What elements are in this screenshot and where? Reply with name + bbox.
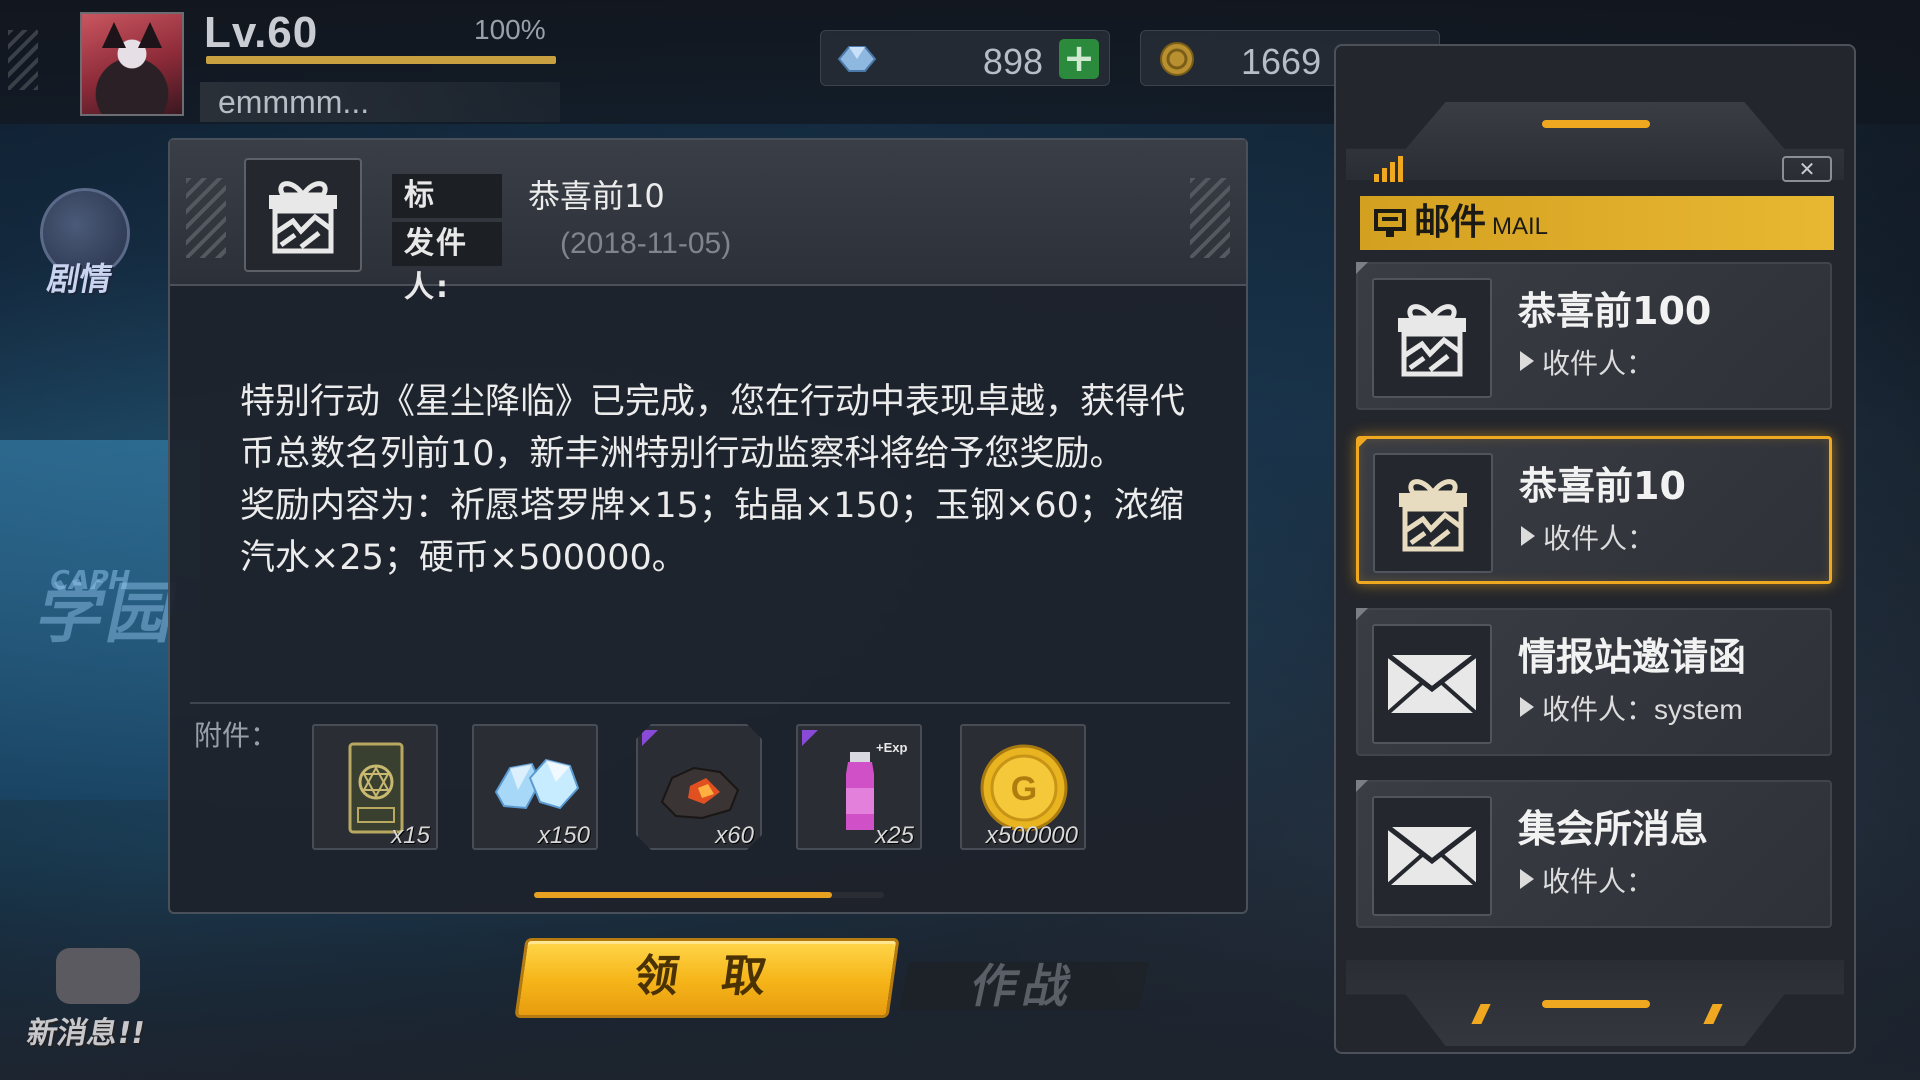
claim-button[interactable]: 领 取 — [514, 938, 900, 1018]
mail-list-item[interactable]: 情报站邀请函 收件人：system — [1356, 608, 1832, 756]
header-decoration — [186, 178, 226, 258]
attachment-item[interactable]: x15 — [312, 724, 438, 850]
chat-bubble-icon — [56, 948, 140, 1004]
mail-body-paragraph: 特别行动《星尘降临》已完成，您在行动中表现卓越，获得代币总数名列前10，新丰洲特… — [240, 382, 1186, 474]
mail-item-title: 集会所消息 — [1518, 807, 1709, 851]
exp-bar — [206, 56, 556, 64]
play-arrow-icon — [1520, 869, 1534, 889]
coin-icon — [1160, 42, 1194, 76]
add-crystal-button[interactable]: + — [1059, 39, 1099, 79]
gift-icon-graphic — [269, 181, 337, 254]
crystal-resource: 898 + — [820, 30, 1110, 86]
mail-list-panel: ✕ 邮件 MAIL 恭喜前100 收件人： 恭喜前10 收件人： 情报站邀请函 … — [1334, 44, 1856, 1054]
coin-count: 1669 — [1241, 41, 1322, 82]
panel-bottom-accent — [1542, 1000, 1650, 1008]
mail-list-header: 邮件 MAIL — [1360, 196, 1834, 250]
mail-list-item[interactable]: 集会所消息 收件人： — [1356, 780, 1832, 928]
signal-icon — [1374, 156, 1403, 182]
mail-item-title: 恭喜前10 — [1519, 464, 1686, 508]
mail-body: 特别行动《星尘降临》已完成，您在行动中表现卓越，获得代币总数名列前10，新丰洲特… — [240, 376, 1190, 584]
player-level: Lv.60 — [204, 8, 319, 57]
crystal-count: 898 — [982, 41, 1043, 82]
recipient-label: 收件人： — [1542, 865, 1655, 898]
attachments-divider — [190, 702, 1230, 704]
mail-item-title: 恭喜前100 — [1518, 289, 1712, 333]
play-arrow-icon — [1520, 351, 1534, 371]
crystal-icon — [837, 46, 877, 72]
player-name: emmmm... — [200, 82, 560, 122]
mail-list-item-selected[interactable]: 恭喜前10 收件人： — [1356, 436, 1832, 584]
play-arrow-icon — [1521, 526, 1535, 546]
envelope-icon-graphic — [1386, 825, 1478, 887]
item-corner-mark — [1357, 437, 1369, 449]
hud-decoration — [8, 30, 38, 90]
title-label: 标 题: — [392, 174, 502, 257]
mail-detail-panel: 标 题: 恭喜前10 发件人: (2018-11-05) 特别行动《星尘降临》已… — [168, 138, 1248, 914]
play-arrow-icon — [1520, 697, 1534, 717]
story-button[interactable]: 剧情 — [30, 188, 140, 298]
panel-top-accent — [1542, 120, 1650, 128]
close-button[interactable]: ✕ — [1782, 156, 1832, 182]
mail-item-recipient: 收件人：system — [1520, 688, 1743, 728]
battle-button[interactable]: 作战 — [898, 959, 1150, 1013]
avatar-ear — [102, 22, 126, 48]
exp-bar-fill — [206, 56, 556, 64]
header-decoration — [1190, 178, 1230, 258]
sender-label: 发件人: — [392, 222, 502, 305]
recipient-label: 收件人： — [1542, 347, 1655, 380]
mail-body-paragraph: 奖励内容为：祈愿塔罗牌×15；钻晶×150；玉钢×60；浓缩汽水×25；硬币×5… — [240, 486, 1184, 578]
recipient-label: 收件人： — [1542, 693, 1655, 726]
scrollbar-thumb[interactable] — [534, 892, 832, 898]
attachment-item[interactable]: x60 — [636, 724, 762, 850]
item-corner-mark — [1356, 608, 1368, 620]
attachment-count: x500000 — [985, 822, 1078, 849]
mail-item-recipient: 收件人： — [1520, 860, 1654, 900]
attachment-item[interactable]: +Exp x25 — [796, 724, 922, 850]
mailbox-icon — [1374, 209, 1406, 237]
attachment-count: x15 — [391, 822, 430, 849]
mail-detail-header: 标 题: 恭喜前10 发件人: (2018-11-05) — [170, 140, 1246, 305]
mail-item-recipient: 收件人： — [1520, 342, 1654, 382]
new-messages-label: 新消息!! — [24, 1016, 148, 1051]
exp-badge: +Exp — [876, 740, 907, 755]
mail-list-item[interactable]: 恭喜前100 收件人： — [1356, 262, 1832, 410]
attachment-count: x150 — [537, 822, 590, 849]
background-sign: 学园 — [30, 575, 188, 652]
recipient-label: 收件人： — [1543, 522, 1656, 555]
mail-item-recipient: 收件人： — [1521, 517, 1655, 557]
mail-list-title-en: MAIL — [1492, 213, 1549, 240]
new-messages-button[interactable]: 新消息!! — [24, 942, 154, 1062]
gift-icon-graphic — [1399, 479, 1467, 552]
envelope-icon — [1372, 796, 1492, 916]
exp-percent: 100% — [474, 14, 546, 45]
envelope-icon — [1372, 624, 1492, 744]
gift-icon — [1373, 453, 1493, 573]
attachments-scrollbar[interactable] — [534, 892, 884, 898]
attachment-item[interactable]: x150 — [472, 724, 598, 850]
envelope-icon-graphic — [1386, 653, 1478, 715]
recipient-value: system — [1654, 694, 1743, 725]
gift-icon — [1372, 278, 1492, 398]
svg-text:G: G — [1011, 770, 1037, 808]
mail-subject: 恭喜前10 — [528, 177, 665, 215]
mail-list-title: 邮件 — [1414, 202, 1487, 243]
gift-icon-graphic — [1398, 304, 1466, 377]
story-label: 剧情 — [44, 260, 116, 298]
panel-top-decoration — [1346, 102, 1844, 180]
item-corner-mark — [1356, 780, 1368, 792]
mail-item-title: 情报站邀请函 — [1518, 635, 1747, 679]
attachment-item[interactable]: G x500000 — [960, 724, 1086, 850]
attachments-label: 附件： — [194, 719, 279, 752]
avatar[interactable] — [80, 12, 184, 116]
avatar-ear — [138, 22, 162, 48]
gift-icon — [244, 158, 362, 272]
item-corner-mark — [1356, 262, 1368, 274]
mail-date: (2018-11-05) — [560, 227, 732, 260]
attachment-count: x25 — [875, 822, 914, 849]
attachment-count: x60 — [715, 822, 754, 849]
